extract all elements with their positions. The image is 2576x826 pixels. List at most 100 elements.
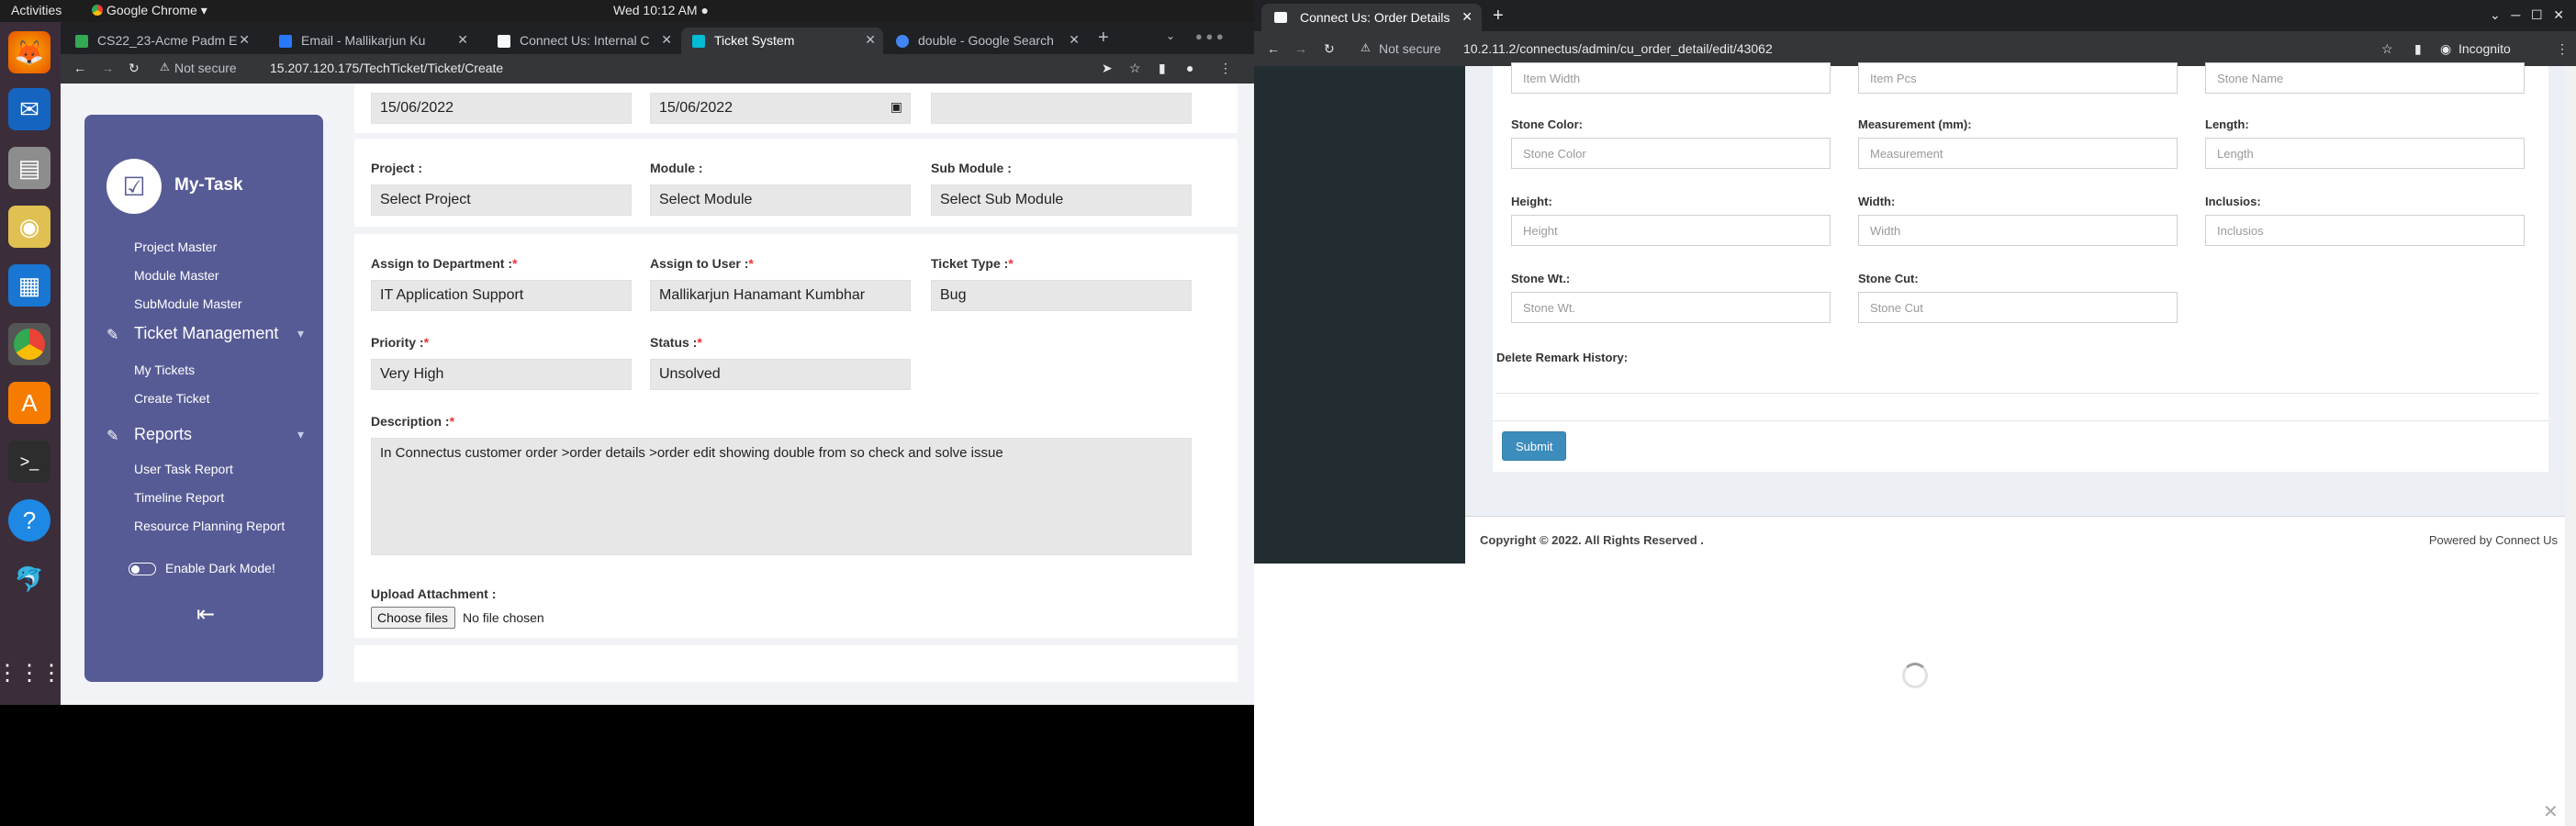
tab-ticket-system[interactable]: Ticket System ✕ (681, 28, 883, 54)
url-input[interactable]: 15.207.120.175/TechTicket/Ticket/Create (270, 61, 503, 75)
sidebar-item-my-tickets[interactable]: My Tickets (134, 363, 195, 377)
item-width-input[interactable]: Item Width (1511, 62, 1831, 94)
priority-select[interactable]: Very High (371, 359, 632, 390)
clock-text: Wed 10:12 AM (613, 3, 698, 17)
submodule-select[interactable]: Select Sub Module (931, 184, 1192, 216)
status-select[interactable]: Unsolved (650, 359, 911, 390)
priority-label-text: Priority : (371, 335, 424, 350)
sidebar-heading-reports[interactable]: Reports (134, 425, 192, 444)
inclusios-input[interactable]: Inclusios (2205, 215, 2525, 246)
sidebar-item-user-task-report[interactable]: User Task Report (134, 462, 233, 476)
required-mark: * (512, 256, 518, 271)
rhythmbox-icon[interactable]: ◉ (8, 206, 50, 248)
measurement-input[interactable]: Measurement (1858, 138, 2178, 169)
tab-connectus[interactable]: Connect Us: Internal C ✕ (487, 28, 679, 54)
close-icon[interactable]: ✕ (661, 32, 672, 48)
user-select[interactable]: Mallikarjun Hanamant Kumbhar (650, 280, 911, 311)
resize-handle-icon[interactable]: ✕ (2543, 800, 2559, 823)
tab-acme[interactable]: CS22_23-Acme Padm E ✕ (64, 28, 257, 54)
share-icon[interactable]: ➤ (1102, 61, 1113, 76)
outlook-icon (279, 35, 292, 48)
calendar-icon[interactable]: ▣ (890, 99, 902, 115)
status-label-text: Status : (650, 335, 698, 350)
stone-name-input[interactable]: Stone Name (2205, 62, 2525, 94)
activities-button[interactable]: Activities (11, 3, 62, 17)
department-select[interactable]: IT Application Support (371, 280, 632, 311)
menu-icon[interactable]: ⋮ (2556, 41, 2569, 57)
collapse-arrow-icon[interactable]: ⇤ (196, 601, 215, 628)
clock[interactable]: Wed 10:12 AM ● (613, 3, 709, 17)
reload-icon[interactable]: ↻ (129, 61, 140, 76)
tab-google[interactable]: double - Google Search ✕ (885, 28, 1087, 54)
description-textarea[interactable]: In Connectus customer order >order detai… (371, 438, 1192, 555)
app-icon[interactable]: 🐬 (8, 558, 50, 600)
sidebar-toggle-icon[interactable]: ▮ (2414, 41, 2422, 57)
stone-color-input[interactable]: Stone Color (1511, 138, 1831, 169)
help-icon[interactable]: ? (8, 499, 50, 541)
terminal-icon[interactable]: >_ (8, 441, 50, 483)
sidebar-item-module-master[interactable]: Module Master (134, 268, 219, 283)
back-icon[interactable]: ← (73, 61, 86, 75)
scrollbar[interactable] (2565, 66, 2576, 826)
tab-search-icon[interactable]: ⌄ (1166, 29, 1175, 42)
project-select[interactable]: Select Project (371, 184, 632, 216)
new-tab-icon[interactable]: + (1493, 6, 1504, 27)
height-input[interactable]: Height (1511, 215, 1831, 246)
sidebar-item-create-ticket[interactable]: Create Ticket (134, 391, 209, 406)
app-menu[interactable]: Google Chrome ▾ (92, 3, 207, 18)
close-icon[interactable]: ✕ (1462, 9, 1473, 25)
sidebar-toggle-icon[interactable]: ▮ (1159, 61, 1166, 76)
writer-icon[interactable]: ▦ (8, 264, 50, 307)
start-date-input[interactable]: 15/06/2022 (371, 93, 632, 124)
close-icon[interactable]: ✕ (457, 32, 468, 48)
bookmark-icon[interactable]: ☆ (1129, 61, 1141, 76)
sidebar-item-submodule-master[interactable]: SubModule Master (134, 296, 242, 311)
width-input[interactable]: Width (1858, 215, 2178, 246)
close-icon[interactable]: ✕ (1069, 32, 1080, 48)
sidebar-item-project-master[interactable]: Project Master (134, 240, 217, 254)
close-icon[interactable]: ✕ (239, 32, 250, 48)
url-input[interactable]: 10.2.11.2/connectus/admin/cu_order_detai… (1463, 41, 1773, 56)
chevron-down-icon[interactable]: ▾ (297, 326, 304, 341)
reload-icon[interactable]: ↻ (1324, 41, 1335, 57)
tab-email[interactable]: Email - Mallikarjun Ku ✕ (268, 28, 476, 54)
files-icon[interactable]: ▤ (8, 147, 50, 189)
sidebar-item-resource-planning-report[interactable]: Resource Planning Report (134, 519, 285, 533)
sidebar-item-timeline-report[interactable]: Timeline Report (134, 490, 224, 505)
end-date-input[interactable]: 15/06/2022 ▣ (650, 93, 911, 124)
length-input[interactable]: Length (2205, 138, 2525, 169)
ticket-type-select[interactable]: Bug (931, 280, 1192, 311)
incognito-label[interactable]: Incognito (2458, 41, 2511, 56)
menu-icon[interactable]: ⋮ (1219, 61, 1232, 76)
user-label: Assign to User :* (650, 256, 754, 271)
stone-wt-input[interactable]: Stone Wt. (1511, 292, 1831, 323)
module-select[interactable]: Select Module (650, 184, 911, 216)
bookmark-icon[interactable]: ☆ (2381, 41, 2393, 57)
choose-files-button[interactable]: Choose files (371, 607, 455, 629)
third-input[interactable] (931, 93, 1192, 124)
admin-sidebar (1254, 66, 1465, 564)
sidebar-heading-ticket[interactable]: Ticket Management (134, 324, 278, 343)
item-pcs-input[interactable]: Item Pcs (1858, 62, 2178, 94)
tab-order-details[interactable]: Connect Us: Order Details ✕ (1261, 4, 1482, 31)
thunderbird-icon[interactable]: ✉ (8, 88, 50, 130)
apps-grid-icon[interactable]: ⋮⋮⋮ (0, 652, 62, 694)
tab-label: Email - Mallikarjun Ku (301, 33, 426, 48)
no-file-text: No file chosen (463, 610, 544, 625)
submit-button[interactable]: Submit (1502, 431, 1566, 461)
forward-icon[interactable]: → (1294, 41, 1307, 56)
back-icon[interactable]: ← (1267, 41, 1280, 56)
software-icon[interactable]: A (8, 382, 50, 424)
stone-cut-input[interactable]: Stone Cut (1858, 292, 2178, 323)
new-tab-icon[interactable]: + (1098, 28, 1109, 49)
close-icon[interactable]: ✕ (865, 32, 876, 48)
window-controls[interactable]: ● ● ● (1195, 29, 1224, 43)
chrome-icon[interactable] (8, 323, 50, 365)
chevron-down-icon[interactable]: ▾ (297, 427, 304, 442)
window-controls[interactable]: ⌄ ─ ☐ ✕ (2490, 7, 2564, 23)
forward-icon[interactable]: → (101, 61, 114, 75)
ticket-page: ☑ My-Task Project Master Module Master S… (61, 84, 1254, 705)
profile-icon[interactable]: ● (1186, 61, 1193, 75)
dark-mode-toggle[interactable] (129, 563, 156, 575)
firefox-icon[interactable]: 🦊 (8, 31, 50, 73)
